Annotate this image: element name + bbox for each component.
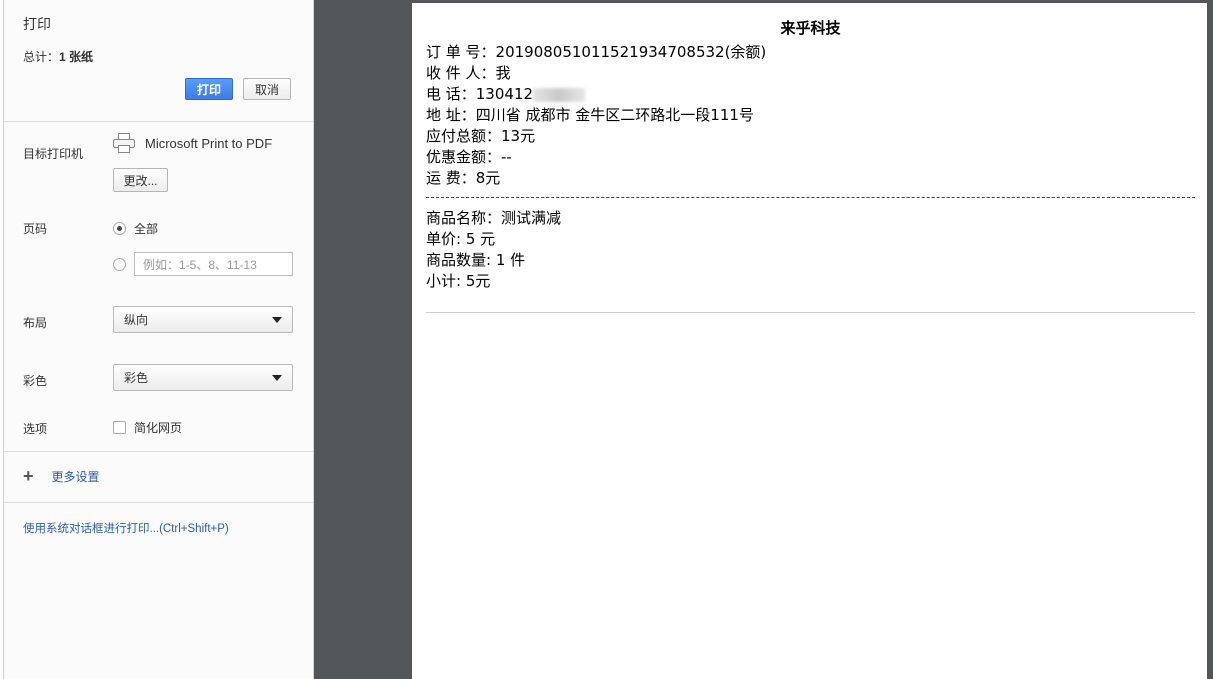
document-title: 来乎科技 (780, 19, 841, 37)
action-buttons: 打印 取消 (185, 78, 291, 100)
total-value: 1 张纸 (59, 50, 94, 64)
chevron-down-icon (272, 316, 282, 323)
redacted-phone (533, 87, 586, 102)
destination-label: 目标打印机 (23, 147, 84, 161)
subtotal: 小计: 5元 (426, 272, 491, 290)
preview-page: 来乎科技 订 单 号：201908051011521934708532(余额) … (412, 3, 1207, 679)
phone-text: 电 话：130412 (426, 85, 534, 103)
color-select[interactable]: 彩色 (113, 364, 293, 391)
layout-value: 纵向 (124, 313, 149, 327)
options-row: 选项 (23, 420, 113, 437)
dashed-divider (426, 197, 1195, 198)
color-label: 彩色 (23, 374, 48, 388)
chevron-down-icon (272, 374, 282, 381)
cancel-button[interactable]: 取消 (243, 78, 291, 100)
sidebar-header: 打印 总计：1 张纸 打印 取消 (4, 0, 313, 122)
destination-row: 目标打印机 (23, 145, 113, 162)
layout-row: 布局 (23, 314, 113, 331)
layout-label: 布局 (23, 316, 48, 330)
discount-amount: 优惠金额：-- (426, 148, 512, 166)
color-value: 彩色 (124, 371, 149, 385)
system-dialog-link[interactable]: 使用系统对话框进行打印...(Ctrl+Shift+P) (23, 520, 229, 536)
simplify-label: 简化网页 (134, 421, 183, 435)
pages-row: 页码 (23, 220, 113, 237)
pages-label: 页码 (23, 222, 48, 236)
shipping-fee: 运 费：8元 (426, 169, 501, 187)
print-title: 打印 (23, 16, 51, 32)
more-settings-label: 更多设置 (51, 469, 100, 484)
payable-total: 应付总额：13元 (426, 127, 536, 145)
address: 地 址：四川省 成都市 金牛区二环路北一段111号 (426, 106, 754, 124)
pages-range-radio[interactable] (113, 257, 126, 271)
color-row: 彩色 (23, 372, 113, 389)
simplify-checkbox[interactable] (113, 421, 126, 434)
sheet-total: 总计：1 张纸 (23, 48, 295, 65)
plus-icon: + (23, 466, 34, 486)
change-printer-button[interactable]: 更改... (113, 168, 168, 192)
more-settings-toggle[interactable]: + 更多设置 (23, 467, 100, 485)
pages-range-option[interactable]: 例如：1-5、8、11-13 (113, 252, 293, 276)
printer-selection: Microsoft Print to PDF (113, 133, 272, 153)
phone: 电 话：130412 (426, 84, 1195, 105)
pages-all-option[interactable]: 全部 (113, 220, 158, 237)
unit-price: 单价: 5 元 (426, 230, 496, 248)
page-range-input[interactable]: 例如：1-5、8、11-13 (134, 252, 293, 276)
divider (4, 502, 313, 503)
receiver: 收 件 人：我 (426, 64, 511, 82)
product-name: 商品名称：测试满减 (426, 209, 562, 227)
simplify-option[interactable]: 简化网页 (113, 419, 182, 436)
total-prefix: 总计： (23, 50, 60, 64)
print-settings-sidebar: 打印 总计：1 张纸 打印 取消 目标打印机 Microsoft Print t… (4, 0, 314, 679)
pages-all-label: 全部 (134, 222, 159, 236)
options-label: 选项 (23, 422, 48, 436)
layout-select[interactable]: 纵向 (113, 306, 293, 333)
product-quantity: 商品数量: 1 件 (426, 251, 526, 269)
printer-name: Microsoft Print to PDF (145, 135, 273, 151)
printer-icon (113, 133, 135, 153)
solid-divider (426, 312, 1195, 313)
order-number: 订 单 号：201908051011521934708532(余额) (426, 43, 767, 61)
print-button[interactable]: 打印 (185, 78, 233, 100)
divider (4, 451, 313, 452)
pages-all-radio[interactable] (113, 222, 126, 235)
